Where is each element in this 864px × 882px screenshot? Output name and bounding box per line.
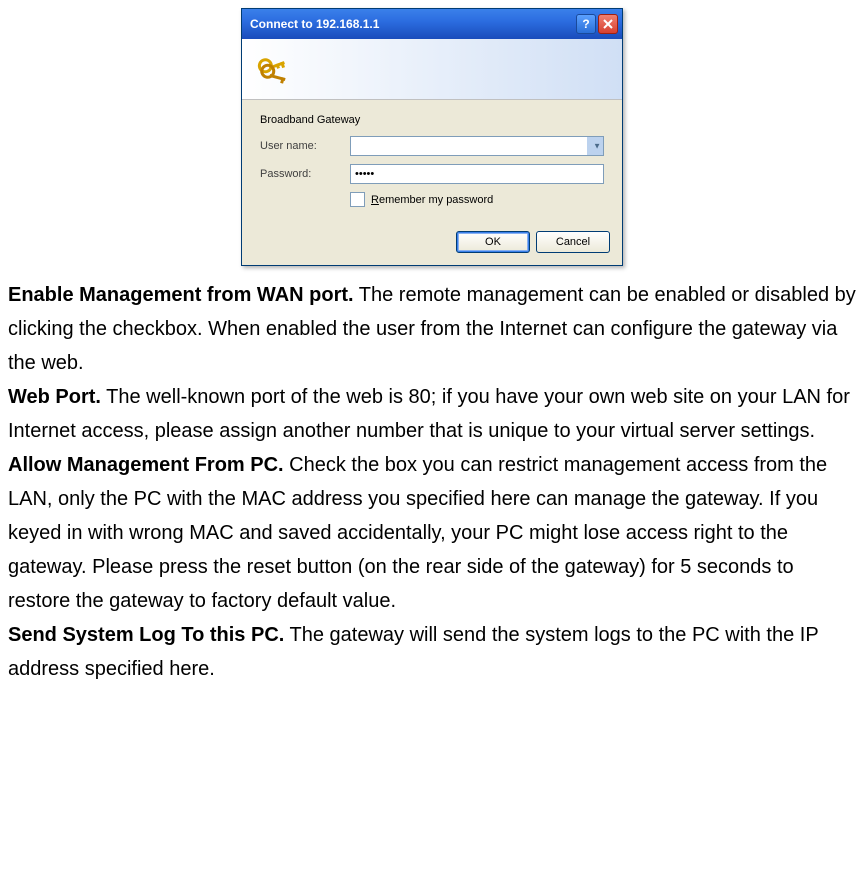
remember-label: Remember my password [371, 194, 493, 206]
dialog-banner [242, 39, 622, 100]
username-select-wrap: ▼ [350, 136, 604, 156]
paragraph-wan: Enable Management from WAN port. The rem… [8, 278, 856, 380]
username-row: User name: ▼ [260, 136, 604, 156]
ok-button[interactable]: OK [456, 231, 530, 253]
password-label: Password: [260, 168, 350, 180]
remember-row: Remember my password [350, 192, 604, 207]
close-icon [603, 19, 613, 29]
auth-dialog: Connect to 192.168.1.1 ? [241, 8, 623, 266]
help-button[interactable]: ? [576, 14, 596, 34]
dialog-body: Broadband Gateway User name: ▼ Password:… [242, 100, 622, 221]
remember-checkbox[interactable] [350, 192, 365, 207]
document-text: Enable Management from WAN port. The rem… [8, 278, 856, 686]
username-input[interactable] [350, 136, 604, 156]
paragraph-webport: Web Port. The well-known port of the web… [8, 380, 856, 448]
button-row: OK Cancel [242, 221, 622, 265]
realm-text: Broadband Gateway [260, 114, 604, 126]
password-input[interactable] [350, 164, 604, 184]
titlebar: Connect to 192.168.1.1 ? [242, 9, 622, 39]
window-title: Connect to 192.168.1.1 [250, 17, 574, 31]
username-label: User name: [260, 140, 350, 152]
close-button[interactable] [598, 14, 618, 34]
paragraph-allowpc: Allow Management From PC. Check the box … [8, 448, 856, 618]
cancel-button[interactable]: Cancel [536, 231, 610, 253]
dialog-screenshot-container: Connect to 192.168.1.1 ? [8, 8, 856, 266]
paragraph-syslog: Send System Log To this PC. The gateway … [8, 618, 856, 686]
keys-icon [254, 49, 294, 89]
password-row: Password: [260, 164, 604, 184]
